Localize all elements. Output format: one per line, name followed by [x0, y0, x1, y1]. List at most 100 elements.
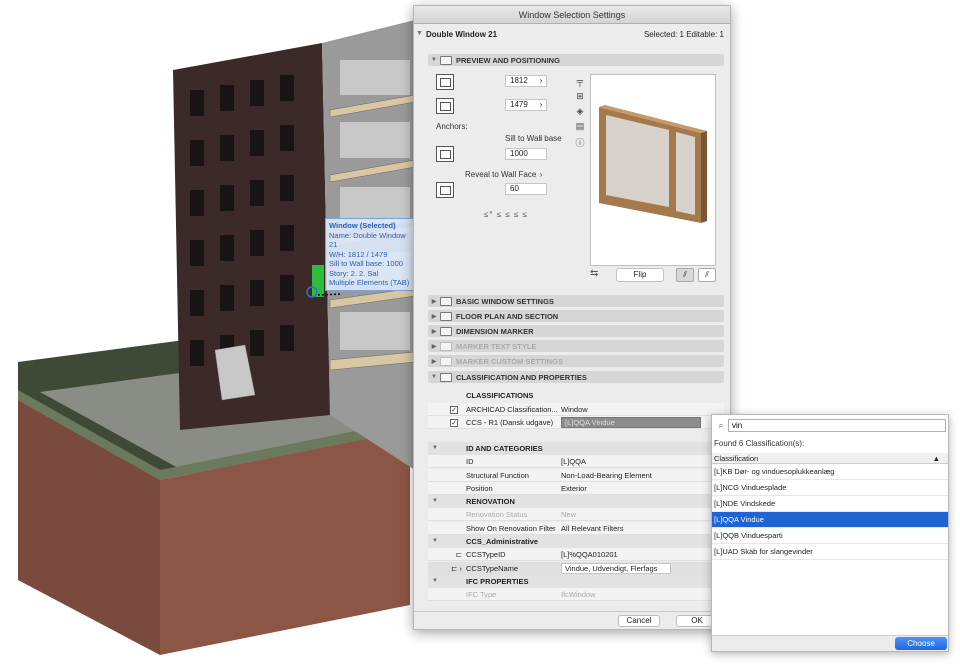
property-value[interactable]: Exterior — [561, 482, 724, 494]
found-count: Found 6 Classification(s): — [714, 439, 805, 448]
property-value: IfcWindow — [561, 590, 596, 599]
section-view-icon[interactable]: ▤ — [574, 121, 586, 136]
3d-view-icon[interactable]: ◈ — [574, 106, 586, 121]
link-icon: ⊏ — [455, 550, 462, 559]
dimension-section-icon — [440, 326, 452, 336]
property-row[interactable]: ⊏ CCSTypeID [L]%QQA010201 — [428, 548, 724, 561]
choose-button[interactable]: Choose — [895, 637, 947, 650]
section-preview-positioning[interactable]: ▼ PREVIEW AND POSITIONING — [428, 54, 724, 66]
window-preview-drawing — [599, 105, 707, 223]
checkbox-icon[interactable]: ✓ — [450, 419, 458, 427]
property-row[interactable]: Show On Renovation Filter All Relevant Fi… — [428, 522, 724, 535]
section-basic-window-settings[interactable]: ▶ BASIC WINDOW SETTINGS — [428, 295, 724, 307]
info-icon[interactable]: ⓘ — [574, 136, 586, 151]
property-value[interactable]: [L]QQA — [561, 455, 724, 467]
classification-option[interactable]: [L]UAD Skab for slangevinder — [712, 544, 948, 560]
group-id-categories[interactable]: ▼ ID AND CATEGORIES — [428, 442, 724, 455]
element-info-tooltip: Window (Selected) Name: Double Window 21… — [325, 218, 415, 291]
sill-anchor-button[interactable]: › — [536, 133, 546, 145]
reveal-anchor-button[interactable]: › — [536, 169, 546, 181]
property-row[interactable]: ID [L]QQA — [428, 455, 724, 468]
section-label: PREVIEW AND POSITIONING — [456, 55, 560, 65]
sill-icon — [436, 146, 454, 162]
classification-option[interactable]: [L]NDE Vindskede — [712, 496, 948, 512]
classification-option-selected[interactable]: [L]QQA Vindue — [712, 512, 948, 528]
tooltip-title: Window (Selected) — [329, 221, 396, 230]
section-dimension-marker[interactable]: ▶ DIMENSION MARKER — [428, 325, 724, 337]
picker-search-row: ⌕ — [712, 415, 948, 435]
classification-row-ccs[interactable]: ✓ CCS - R1 (Dansk udgave) [L]QQA Vindue — [428, 416, 724, 429]
property-value[interactable]: Non-Load-Bearing Element — [561, 469, 724, 481]
property-label: ID — [466, 457, 474, 466]
basic-section-icon — [440, 296, 452, 306]
element-name: Double Window 21 — [426, 29, 498, 39]
expand-arrow-icon: ▶ — [431, 313, 437, 320]
group-ccs-administrative[interactable]: ▼ CCS_Administrative — [428, 535, 724, 548]
classification-section-icon — [440, 372, 452, 382]
property-row-selected[interactable]: ⊏ › CCSTypeName Vindue, Udvendigt, Flerfag… — [428, 562, 724, 575]
classification-system: ARCHICAD Classification... — [466, 405, 558, 414]
group-renovation[interactable]: ▼ RENOVATION — [428, 495, 724, 508]
cancel-button[interactable]: Cancel — [618, 615, 660, 627]
section-classification-properties[interactable]: ▼ CLASSIFICATION AND PROPERTIES — [428, 371, 724, 383]
preview-view-icons: ╤ ⊞ ◈ ▤ ⓘ — [574, 76, 586, 151]
property-value: New — [561, 510, 577, 519]
reveal-input[interactable]: 60 — [505, 183, 547, 195]
group-label: ID AND CATEGORIES — [466, 444, 543, 453]
classification-option[interactable]: [L]QQB Vinduesparti — [712, 528, 948, 544]
section-label: BASIC WINDOW SETTINGS — [456, 296, 554, 306]
property-value[interactable]: All Relevant Filters — [561, 522, 724, 534]
group-label: CCS_Administrative — [466, 537, 539, 546]
link-icon: ⊏ › — [451, 564, 462, 573]
classification-column-header[interactable]: Classification ▲ — [712, 453, 948, 464]
dialog-titlebar[interactable]: Window Selection Settings — [414, 6, 730, 24]
property-row[interactable]: Position Exterior — [428, 482, 724, 495]
mirror-left-button[interactable]: ⫽ — [676, 268, 694, 282]
checkbox-icon[interactable]: ✓ — [450, 406, 458, 414]
expand-arrow-icon: ▶ — [431, 298, 437, 305]
marker-text-section-icon — [440, 341, 452, 351]
group-ifc-properties[interactable]: ▼ IFC PROPERTIES — [428, 575, 724, 588]
classification-option[interactable]: [L]KB Dør- og vinduesoplukkeanlæg — [712, 464, 948, 480]
property-value-field[interactable]: Vindue, Udvendigt, Flerfags — [561, 563, 671, 574]
section-floor-plan[interactable]: ▶ FLOOR PLAN AND SECTION — [428, 310, 724, 322]
search-icon: ⌕ — [718, 419, 724, 430]
property-row[interactable]: Structural Function Non-Load-Bearing Elem… — [428, 469, 724, 482]
marker-custom-section-icon — [440, 356, 452, 366]
anchor-options-row[interactable]: ≤° ≤ ≤ ≤ ≤ — [484, 210, 528, 219]
collapse-arrow-icon[interactable]: ▼ — [416, 30, 423, 37]
column-header-label: Classification — [714, 454, 759, 463]
classification-value[interactable]: Window — [561, 403, 724, 415]
selected-window[interactable] — [312, 265, 324, 297]
section-label: MARKER CUSTOM SETTINGS — [456, 356, 563, 366]
expand-arrow-icon: ▼ — [432, 578, 438, 584]
classification-option[interactable]: [L]NCG Vinduesplade — [712, 480, 948, 496]
property-row: IFC Type IfcWindow — [428, 588, 724, 601]
width-link-button[interactable]: › — [536, 75, 546, 87]
expand-arrow-icon: ▼ — [432, 498, 438, 504]
sill-input[interactable]: 1000 — [505, 148, 547, 160]
section-label: CLASSIFICATION AND PROPERTIES — [456, 372, 587, 382]
window-settings-dialog: Window Selection Settings Double Window … — [413, 5, 731, 630]
flip-button[interactable]: Flip — [616, 268, 664, 282]
expand-arrow-icon: ▶ — [431, 358, 437, 365]
classification-row-archicad[interactable]: ✓ ARCHICAD Classification... Window — [428, 403, 724, 416]
classification-picker: ⌕ Found 6 Classification(s): Classificat… — [711, 414, 949, 652]
property-label: CCSTypeID — [466, 550, 506, 559]
expand-arrow-icon: ▼ — [431, 57, 437, 63]
sort-ascending-icon[interactable]: ▲ — [933, 453, 940, 463]
classification-search-input[interactable] — [728, 418, 946, 432]
classifications-header: CLASSIFICATIONS — [428, 389, 724, 402]
property-row: Renovation Status New — [428, 508, 724, 521]
section-label: FLOOR PLAN AND SECTION — [456, 311, 559, 321]
anchors-label: Anchors: — [436, 122, 468, 131]
mirror-right-button[interactable]: ⫽ — [698, 268, 716, 282]
expand-arrow-icon: ▶ — [431, 328, 437, 335]
window-preview — [590, 74, 716, 266]
elevation-view-icon[interactable]: ╤ — [574, 76, 586, 91]
property-value[interactable]: [L]%QQA010201 — [561, 548, 724, 560]
classification-value-field[interactable]: [L]QQA Vindue — [561, 417, 701, 428]
plan-view-icon[interactable]: ⊞ — [574, 91, 586, 106]
group-label: RENOVATION — [466, 497, 515, 506]
height-link-button[interactable]: › — [536, 99, 546, 111]
